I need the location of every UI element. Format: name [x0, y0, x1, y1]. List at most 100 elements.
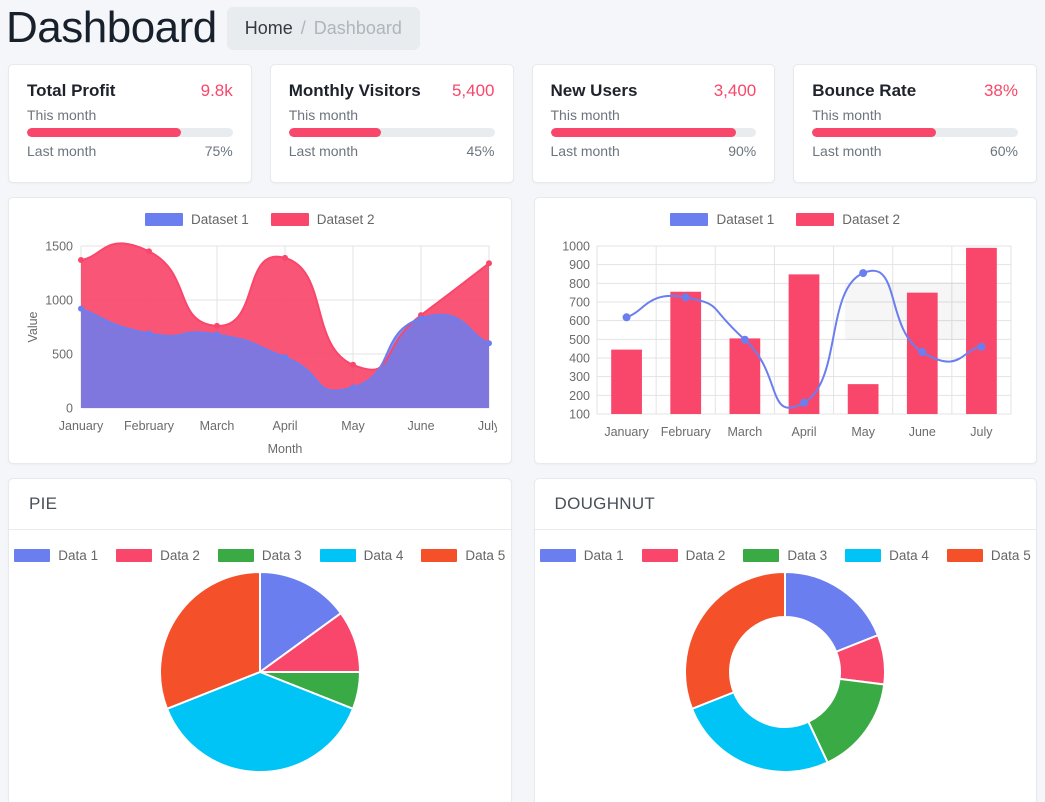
- legend-label-dataset-1: Dataset 1: [190, 211, 249, 227]
- legend-swatch-dataset-1: [670, 212, 709, 226]
- progress-bar-fill: [550, 128, 736, 137]
- svg-text:300: 300: [569, 370, 590, 384]
- stat-card-percent: 45%: [466, 143, 495, 159]
- legend-item-dataset-2[interactable]: Dataset 2: [270, 211, 375, 227]
- legend-item-data-3[interactable]: Data 3: [217, 548, 302, 563]
- progress-bar-fill: [812, 128, 936, 137]
- breadcrumb-home-link[interactable]: Home: [245, 18, 293, 39]
- legend-item-dataset-1[interactable]: Dataset 1: [144, 211, 249, 227]
- legend-item-data-4[interactable]: Data 4: [845, 548, 929, 563]
- legend-item-data-4[interactable]: Data 4: [319, 548, 404, 563]
- legend-item-data-5[interactable]: Data 5: [421, 548, 505, 563]
- svg-text:400: 400: [569, 352, 590, 366]
- doughnut-card-title: DOUGHNUT: [534, 479, 1036, 530]
- legend-swatch-data-3: [743, 549, 780, 562]
- pie-card-title: PIE: [9, 479, 511, 530]
- legend-label-data-2: Data 2: [685, 548, 726, 563]
- svg-text:0: 0: [66, 402, 73, 416]
- svg-text:May: May: [341, 419, 365, 433]
- pie-charts-row: PIE Data 1 Data 2 Data 3 Data 4 Data 5 DOUGH…: [0, 478, 1045, 802]
- stat-card-title: New Users: [550, 81, 638, 100]
- legend-item-data-5[interactable]: Data 5: [946, 548, 1031, 563]
- stat-card-this-month-label: This month: [550, 107, 620, 123]
- bar-chart-plot[interactable]: 100 200 300 400 500 600 700 800 900 1000 January Fe…: [545, 232, 1027, 460]
- dashboard-page: Dashboard Home / Dashboard Total Profit …: [0, 0, 1045, 802]
- svg-text:April: April: [272, 419, 297, 433]
- legend-swatch-data-4: [845, 549, 882, 562]
- svg-text:February: February: [660, 425, 711, 439]
- stat-card-bottom: Last month 45%: [289, 143, 495, 159]
- legend-swatch-data-2: [116, 549, 153, 562]
- legend-item-data-2[interactable]: Data 2: [116, 548, 200, 563]
- page-header: Dashboard Home / Dashboard: [0, 0, 1045, 58]
- legend-item-data-3[interactable]: Data 3: [743, 548, 827, 563]
- svg-text:100: 100: [569, 408, 590, 422]
- stat-card-this-month-label: This month: [27, 107, 97, 123]
- svg-text:February: February: [124, 419, 175, 433]
- area-chart-card: Dataset 1 Dataset 2 0 500 1000 1500 January F…: [8, 197, 512, 464]
- svg-text:600: 600: [569, 314, 590, 328]
- stat-card-percent: 75%: [204, 143, 233, 159]
- progress-bar-track: [812, 128, 1018, 137]
- doughnut-chart-card: DOUGHNUT Data 1 Data 2 Data 3 Data 4 Data 5: [533, 478, 1037, 802]
- progress-bar-track: [288, 128, 495, 137]
- pie-chart-legend: Data 1 Data 2 Data 3 Data 4 Data 5: [9, 530, 511, 567]
- svg-text:January: January: [59, 419, 104, 433]
- legend-item-data-1[interactable]: Data 1: [14, 548, 98, 563]
- legend-swatch-data-1: [14, 549, 51, 562]
- stat-card-last-month-label: Last month: [812, 143, 882, 159]
- legend-swatch-data-2: [641, 549, 678, 562]
- legend-item-dataset-1[interactable]: Dataset 1: [670, 212, 774, 227]
- progress-bar-fill: [27, 128, 182, 137]
- svg-text:March: March: [727, 425, 762, 439]
- legend-label-data-5: Data 5: [990, 548, 1031, 563]
- breadcrumb-separator: /: [300, 17, 306, 38]
- legend-item-data-2[interactable]: Data 2: [641, 548, 726, 563]
- stat-cards-row: Total Profit 9.8k This month Last month …: [0, 64, 1045, 183]
- legend-swatch-data-5: [946, 549, 983, 562]
- svg-text:June: June: [908, 425, 935, 439]
- legend-label-data-2: Data 2: [160, 548, 200, 563]
- legend-swatch-data-5: [421, 549, 458, 562]
- stat-card-percent: 60%: [989, 143, 1018, 159]
- legend-swatch-data-3: [217, 549, 254, 562]
- stat-card-this-month-label: This month: [288, 107, 358, 123]
- page-title: Dashboard: [6, 3, 217, 52]
- stat-card-bottom: Last month 60%: [812, 143, 1018, 159]
- svg-text:500: 500: [569, 333, 590, 347]
- doughnut-chart-legend: Data 1 Data 2 Data 3 Data 4 Data 5: [535, 530, 1037, 567]
- legend-swatch-dataset-2: [270, 212, 309, 226]
- svg-text:January: January: [604, 425, 649, 439]
- stat-card-bounce-rate: Bounce Rate 38% This month Last month 60…: [793, 64, 1037, 183]
- legend-label-dataset-2: Dataset 2: [842, 211, 901, 227]
- charts-row: Dataset 1 Dataset 2 0 500 1000 1500 January F…: [0, 197, 1045, 464]
- svg-text:700: 700: [569, 296, 590, 310]
- legend-label-data-1: Data 1: [583, 548, 624, 563]
- legend-label-dataset-2: Dataset 2: [316, 211, 375, 227]
- stat-card-monthly-visitors: Monthly Visitors 5,400 This month Last m…: [269, 64, 514, 183]
- progress-bar-track: [27, 128, 233, 137]
- svg-text:April: April: [791, 425, 816, 439]
- stat-card-title: Bounce Rate: [812, 81, 917, 100]
- legend-label-data-4: Data 4: [363, 548, 404, 563]
- breadcrumb-current: Dashboard: [313, 17, 402, 38]
- stat-card-total-profit: Total Profit 9.8k This month Last month …: [8, 64, 252, 183]
- bar-chart-legend: Dataset 1 Dataset 2: [545, 206, 1027, 232]
- stat-card-new-users: New Users 3,400 This month Last month 90…: [531, 64, 776, 183]
- svg-text:1500: 1500: [45, 240, 73, 254]
- legend-item-data-1[interactable]: Data 1: [539, 548, 624, 563]
- svg-text:Month: Month: [268, 442, 303, 456]
- stat-card-value: 3,400: [713, 81, 757, 100]
- pie-chart-body[interactable]: [9, 567, 511, 782]
- svg-text:June: June: [407, 419, 434, 433]
- doughnut-chart-body[interactable]: [535, 567, 1037, 782]
- area-chart-plot[interactable]: 0 500 1000 1500 January February March April May…: [19, 232, 501, 460]
- stat-card-percent: 90%: [728, 143, 757, 159]
- progress-bar-fill: [288, 128, 382, 137]
- stat-card-bottom: Last month 90%: [551, 143, 757, 159]
- svg-text:800: 800: [569, 277, 590, 291]
- legend-item-dataset-2[interactable]: Dataset 2: [796, 212, 900, 227]
- stat-card-title: Monthly Visitors: [288, 81, 421, 100]
- area-chart-legend: Dataset 1 Dataset 2: [19, 206, 501, 232]
- stat-card-this-month-label: This month: [812, 107, 882, 123]
